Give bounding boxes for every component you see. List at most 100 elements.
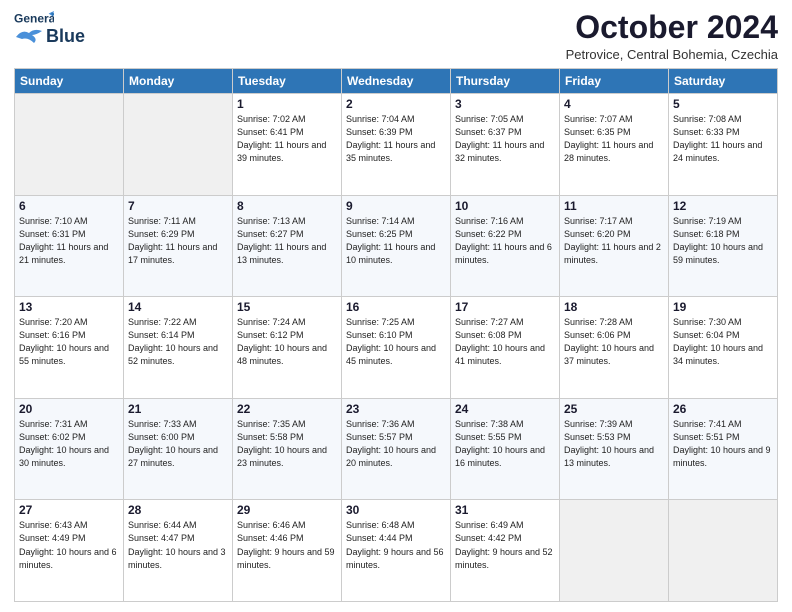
table-row bbox=[669, 500, 778, 602]
day-info: Sunrise: 7:33 AMSunset: 6:00 PMDaylight:… bbox=[128, 418, 228, 470]
day-info: Sunrise: 6:46 AMSunset: 4:46 PMDaylight:… bbox=[237, 519, 337, 571]
day-number: 14 bbox=[128, 300, 228, 314]
day-info: Sunrise: 7:20 AMSunset: 6:16 PMDaylight:… bbox=[19, 316, 119, 368]
day-info: Sunrise: 7:41 AMSunset: 5:51 PMDaylight:… bbox=[673, 418, 773, 470]
day-number: 2 bbox=[346, 97, 446, 111]
day-number: 31 bbox=[455, 503, 555, 517]
day-number: 28 bbox=[128, 503, 228, 517]
logo: General Blue bbox=[14, 10, 85, 47]
day-number: 18 bbox=[564, 300, 664, 314]
day-info: Sunrise: 7:19 AMSunset: 6:18 PMDaylight:… bbox=[673, 215, 773, 267]
col-wednesday: Wednesday bbox=[342, 69, 451, 94]
col-tuesday: Tuesday bbox=[233, 69, 342, 94]
table-row: 5Sunrise: 7:08 AMSunset: 6:33 PMDaylight… bbox=[669, 94, 778, 196]
table-row: 18 Sunrise: 7:28 AMSunset: 6:06 PMDayligh… bbox=[560, 297, 669, 399]
table-row: 13 Sunrise: 7:20 AMSunset: 6:16 PMDayligh… bbox=[15, 297, 124, 399]
day-number: 15 bbox=[237, 300, 337, 314]
calendar-week-4: 27 Sunrise: 6:43 AMSunset: 4:49 PMDayligh… bbox=[15, 500, 778, 602]
col-monday: Monday bbox=[124, 69, 233, 94]
day-number: 10 bbox=[455, 199, 555, 213]
day-number: 11 bbox=[564, 199, 664, 213]
day-number: 7 bbox=[128, 199, 228, 213]
day-info: Sunrise: 7:30 AMSunset: 6:04 PMDaylight:… bbox=[673, 316, 773, 368]
day-info: Sunrise: 6:49 AMSunset: 4:42 PMDaylight:… bbox=[455, 519, 555, 571]
day-info: Sunrise: 7:25 AMSunset: 6:10 PMDaylight:… bbox=[346, 316, 446, 368]
table-row: 20 Sunrise: 7:31 AMSunset: 6:02 PMDayligh… bbox=[15, 398, 124, 500]
table-row: 30 Sunrise: 6:48 AMSunset: 4:44 PMDayligh… bbox=[342, 500, 451, 602]
table-row: 16 Sunrise: 7:25 AMSunset: 6:10 PMDayligh… bbox=[342, 297, 451, 399]
table-row: 1 Sunrise: 7:02 AMSunset: 6:41 PMDaylight… bbox=[233, 94, 342, 196]
day-info: Sunrise: 7:07 AMSunset: 6:35 PMDaylight:… bbox=[564, 113, 664, 165]
day-info: Sunrise: 7:24 AMSunset: 6:12 PMDaylight:… bbox=[237, 316, 337, 368]
day-number: 19 bbox=[673, 300, 773, 314]
table-row bbox=[124, 94, 233, 196]
table-row bbox=[15, 94, 124, 196]
day-number: 30 bbox=[346, 503, 446, 517]
calendar-table: Sunday Monday Tuesday Wednesday Thursday… bbox=[14, 68, 778, 602]
day-info: Sunrise: 6:48 AMSunset: 4:44 PMDaylight:… bbox=[346, 519, 446, 571]
title-block: October 2024 Petrovice, Central Bohemia,… bbox=[566, 10, 778, 62]
table-row: 8Sunrise: 7:13 AMSunset: 6:27 PMDaylight… bbox=[233, 195, 342, 297]
day-number: 3 bbox=[455, 97, 555, 111]
table-row: 14 Sunrise: 7:22 AMSunset: 6:14 PMDayligh… bbox=[124, 297, 233, 399]
day-number: 8 bbox=[237, 199, 337, 213]
day-info: Sunrise: 7:36 AMSunset: 5:57 PMDaylight:… bbox=[346, 418, 446, 470]
table-row: 15 Sunrise: 7:24 AMSunset: 6:12 PMDayligh… bbox=[233, 297, 342, 399]
col-friday: Friday bbox=[560, 69, 669, 94]
table-row: 21Sunrise: 7:33 AMSunset: 6:00 PMDayligh… bbox=[124, 398, 233, 500]
table-row: 3 Sunrise: 7:05 AMSunset: 6:37 PMDaylight… bbox=[451, 94, 560, 196]
table-row: 12 Sunrise: 7:19 AMSunset: 6:18 PMDayligh… bbox=[669, 195, 778, 297]
day-number: 23 bbox=[346, 402, 446, 416]
day-number: 27 bbox=[19, 503, 119, 517]
day-info: Sunrise: 7:04 AMSunset: 6:39 PMDaylight:… bbox=[346, 113, 446, 165]
table-row: 9Sunrise: 7:14 AMSunset: 6:25 PMDaylight… bbox=[342, 195, 451, 297]
logo-text: Blue bbox=[46, 26, 85, 47]
day-info: Sunrise: 7:16 AMSunset: 6:22 PMDaylight:… bbox=[455, 215, 555, 267]
day-number: 12 bbox=[673, 199, 773, 213]
day-info: Sunrise: 6:43 AMSunset: 4:49 PMDaylight:… bbox=[19, 519, 119, 571]
table-row: 25 Sunrise: 7:39 AMSunset: 5:53 PMDayligh… bbox=[560, 398, 669, 500]
page: General Blue October 2024 Petrovice, Cen… bbox=[0, 0, 792, 612]
day-number: 24 bbox=[455, 402, 555, 416]
day-number: 1 bbox=[237, 97, 337, 111]
day-number: 29 bbox=[237, 503, 337, 517]
day-number: 26 bbox=[673, 402, 773, 416]
table-row: 22Sunrise: 7:35 AMSunset: 5:58 PMDayligh… bbox=[233, 398, 342, 500]
table-row: 4Sunrise: 7:07 AMSunset: 6:35 PMDaylight… bbox=[560, 94, 669, 196]
table-row: 27 Sunrise: 6:43 AMSunset: 4:49 PMDayligh… bbox=[15, 500, 124, 602]
day-number: 25 bbox=[564, 402, 664, 416]
day-info: Sunrise: 7:10 AMSunset: 6:31 PMDaylight:… bbox=[19, 215, 119, 267]
day-number: 20 bbox=[19, 402, 119, 416]
day-number: 16 bbox=[346, 300, 446, 314]
day-number: 13 bbox=[19, 300, 119, 314]
day-info: Sunrise: 7:17 AMSunset: 6:20 PMDaylight:… bbox=[564, 215, 664, 267]
svg-text:General: General bbox=[14, 11, 54, 25]
table-row: 7Sunrise: 7:11 AMSunset: 6:29 PMDaylight… bbox=[124, 195, 233, 297]
col-sunday: Sunday bbox=[15, 69, 124, 94]
bird-icon bbox=[14, 27, 44, 47]
day-info: Sunrise: 7:28 AMSunset: 6:06 PMDaylight:… bbox=[564, 316, 664, 368]
table-row: 29 Sunrise: 6:46 AMSunset: 4:46 PMDayligh… bbox=[233, 500, 342, 602]
day-number: 6 bbox=[19, 199, 119, 213]
calendar-week-1: 6 Sunrise: 7:10 AMSunset: 6:31 PMDaylight… bbox=[15, 195, 778, 297]
table-row: 17Sunrise: 7:27 AMSunset: 6:08 PMDayligh… bbox=[451, 297, 560, 399]
day-info: Sunrise: 7:08 AMSunset: 6:33 PMDaylight:… bbox=[673, 113, 773, 165]
table-row: 26 Sunrise: 7:41 AMSunset: 5:51 PMDayligh… bbox=[669, 398, 778, 500]
day-info: Sunrise: 7:31 AMSunset: 6:02 PMDaylight:… bbox=[19, 418, 119, 470]
col-saturday: Saturday bbox=[669, 69, 778, 94]
day-info: Sunrise: 7:22 AMSunset: 6:14 PMDaylight:… bbox=[128, 316, 228, 368]
day-info: Sunrise: 7:39 AMSunset: 5:53 PMDaylight:… bbox=[564, 418, 664, 470]
calendar-week-2: 13 Sunrise: 7:20 AMSunset: 6:16 PMDayligh… bbox=[15, 297, 778, 399]
table-row: 24Sunrise: 7:38 AMSunset: 5:55 PMDayligh… bbox=[451, 398, 560, 500]
table-row: 2 Sunrise: 7:04 AMSunset: 6:39 PMDaylight… bbox=[342, 94, 451, 196]
col-thursday: Thursday bbox=[451, 69, 560, 94]
day-info: Sunrise: 7:05 AMSunset: 6:37 PMDaylight:… bbox=[455, 113, 555, 165]
table-row: 10 Sunrise: 7:16 AMSunset: 6:22 PMDayligh… bbox=[451, 195, 560, 297]
header-row: Sunday Monday Tuesday Wednesday Thursday… bbox=[15, 69, 778, 94]
header: General Blue October 2024 Petrovice, Cen… bbox=[14, 10, 778, 62]
day-info: Sunrise: 7:02 AMSunset: 6:41 PMDaylight:… bbox=[237, 113, 337, 165]
calendar-week-0: 1 Sunrise: 7:02 AMSunset: 6:41 PMDaylight… bbox=[15, 94, 778, 196]
day-number: 22 bbox=[237, 402, 337, 416]
table-row: 31 Sunrise: 6:49 AMSunset: 4:42 PMDayligh… bbox=[451, 500, 560, 602]
day-info: Sunrise: 7:27 AMSunset: 6:08 PMDaylight:… bbox=[455, 316, 555, 368]
